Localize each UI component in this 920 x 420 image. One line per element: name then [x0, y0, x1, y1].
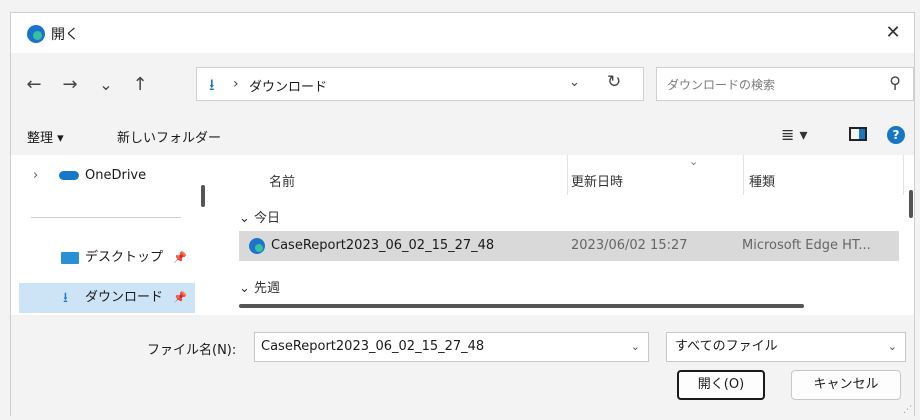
chevron-down-icon[interactable]: ⌄ — [888, 333, 897, 361]
filetype-value: すべてのファイル — [675, 339, 778, 354]
download-icon: ⭳ — [209, 75, 215, 94]
download-icon: ⭳ — [63, 290, 68, 306]
title-bar: 開く ✕ — [11, 13, 914, 53]
close-button[interactable]: ✕ — [872, 13, 914, 53]
recent-locations-button[interactable]: ⌄ — [91, 71, 121, 99]
column-divider[interactable] — [903, 155, 904, 195]
search-icon[interactable]: ⚲ — [889, 73, 901, 92]
window-title: 開く — [51, 27, 79, 43]
sidebar-item-label: デスクトップ — [85, 250, 164, 265]
search-placeholder[interactable]: ダウンロードの検索 — [667, 76, 775, 93]
breadcrumb-downloads[interactable]: ダウンロード — [249, 76, 327, 95]
table-row[interactable]: CaseReport2023_06_02_15_27_48 2023/06/02… — [239, 231, 899, 261]
new-folder-button[interactable]: 新しいフォルダー — [117, 127, 221, 146]
forward-button[interactable]: → — [55, 71, 85, 99]
organize-menu[interactable]: 整理 ▾ — [27, 127, 64, 146]
column-divider[interactable] — [567, 155, 568, 195]
sort-indicator-icon: ⌄ — [689, 155, 699, 168]
help-icon[interactable]: ? — [887, 126, 905, 144]
sidebar-item-desktop[interactable]: デスクトップ 📌 — [11, 243, 191, 273]
filename-value[interactable]: CaseReport2023_06_02_15_27_48 — [261, 339, 484, 354]
column-header-name[interactable]: 名前 — [269, 171, 295, 190]
group-header-last-week[interactable]: ⌄ 先週 — [239, 277, 280, 296]
view-options-icon[interactable]: ≣ ▾ — [781, 125, 808, 144]
sidebar-item-label: OneDrive — [85, 168, 147, 183]
preview-pane-icon[interactable] — [849, 127, 867, 141]
filename-label: ファイル名(N): — [147, 343, 237, 358]
file-list: 名前 更新日時 ⌄ 種類 ⌄ 今日 CaseReport2023_06_02_1… — [221, 155, 906, 315]
open-button[interactable]: 開く(O) — [677, 370, 765, 400]
filetype-select[interactable]: すべてのファイル ⌄ — [666, 332, 906, 362]
group-header-today[interactable]: ⌄ 今日 — [239, 207, 280, 226]
dialog-footer: ファイル名(N): CaseReport2023_06_02_15_27_48 … — [11, 315, 914, 417]
file-name: CaseReport2023_06_02_15_27_48 — [271, 238, 495, 253]
horizontal-scrollbar[interactable] — [239, 304, 804, 308]
resize-grip-icon[interactable]: ⋰ — [903, 405, 912, 415]
open-file-dialog: 開く ✕ ← → ⌄ ↑ ⭳ › ダウンロード ⌄ ↻ ダウンロードの検索 ⚲ … — [10, 12, 915, 417]
pin-icon: 📌 — [173, 291, 187, 304]
navigation-pane: › OneDrive デスクトップ 📌 ⭳ ダウンロード 📌 — [11, 155, 199, 315]
command-bar: 整理 ▾ 新しいフォルダー ≣ ▾ ? — [11, 115, 914, 155]
sidebar-divider — [31, 217, 181, 218]
navigation-bar: ← → ⌄ ↑ ⭳ › ダウンロード ⌄ ↻ ダウンロードの検索 ⚲ — [11, 53, 914, 115]
filename-input[interactable]: CaseReport2023_06_02_15_27_48 ⌄ — [254, 332, 649, 362]
edge-file-icon — [249, 238, 265, 254]
file-date: 2023/06/02 15:27 — [571, 238, 688, 253]
back-button[interactable]: ← — [19, 71, 49, 99]
sidebar-item-onedrive[interactable]: › OneDrive — [11, 161, 191, 191]
pin-icon: 📌 — [173, 251, 187, 264]
sidebar-item-label: ダウンロード — [85, 290, 164, 305]
sidebar-scrollbar[interactable] — [201, 185, 205, 207]
address-bar[interactable]: ⭳ › ダウンロード ⌄ ↻ — [196, 67, 644, 101]
search-box[interactable]: ダウンロードの検索 ⚲ — [656, 67, 914, 101]
refresh-icon[interactable]: ↻ — [607, 72, 621, 92]
cloud-icon — [59, 171, 79, 180]
chevron-down-icon[interactable]: ⌄ — [631, 333, 640, 361]
vertical-scrollbar[interactable] — [909, 190, 913, 218]
column-divider[interactable] — [743, 155, 744, 195]
column-header-type[interactable]: 種類 — [749, 171, 775, 190]
up-button[interactable]: ↑ — [125, 71, 155, 99]
column-header-date[interactable]: 更新日時 — [571, 171, 623, 190]
file-type: Microsoft Edge HT... — [742, 238, 871, 253]
chevron-right-icon[interactable]: › — [33, 161, 38, 191]
sidebar-item-downloads[interactable]: ⭳ ダウンロード 📌 — [19, 283, 195, 313]
breadcrumb-separator-icon[interactable]: › — [233, 76, 239, 92]
edge-icon — [27, 25, 45, 43]
desktop-icon — [61, 252, 79, 264]
address-dropdown-icon[interactable]: ⌄ — [569, 75, 580, 90]
browser-area: › OneDrive デスクトップ 📌 ⭳ ダウンロード 📌 名前 更新日時 ⌄ — [11, 155, 914, 315]
cancel-button[interactable]: キャンセル — [791, 370, 901, 400]
